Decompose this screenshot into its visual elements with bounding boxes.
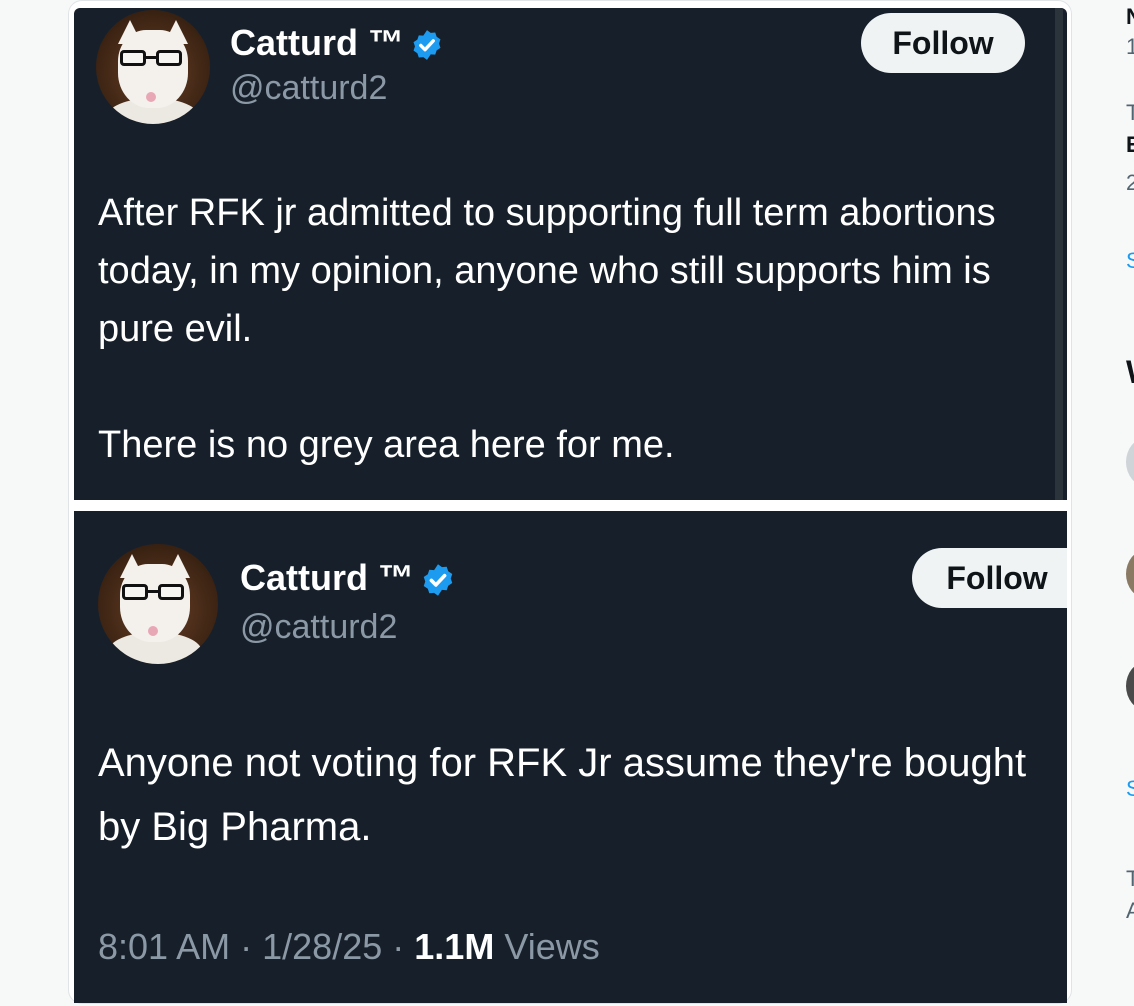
follow-button[interactable]: Follow <box>861 13 1025 73</box>
meta-separator: · <box>392 926 405 967</box>
tweet-date[interactable]: 1/28/25 <box>262 926 382 967</box>
meta-separator: · <box>240 926 253 967</box>
collar-bell <box>148 626 158 636</box>
verified-badge-icon <box>423 564 453 597</box>
sidebar-fragment: T <box>1126 100 1134 125</box>
tweet-text: Anyone not voting for RFK Jr assume they… <box>98 741 1027 849</box>
sidebar-fragment: E <box>1126 132 1134 157</box>
tweet-text: After RFK jr admitted to supporting full… <box>98 192 996 466</box>
username[interactable]: @catturd2 <box>240 607 397 647</box>
avatar[interactable] <box>1126 438 1134 486</box>
sidebar-section-heading: W <box>1126 354 1134 391</box>
tweet-time[interactable]: 8:01 AM <box>98 926 230 967</box>
avatar[interactable] <box>98 544 218 664</box>
views-count: 1.1M <box>414 926 495 967</box>
verified-badge-icon <box>413 30 441 61</box>
glasses-graphic <box>120 50 186 68</box>
sidebar-fragment: A <box>1126 898 1134 923</box>
glasses-graphic <box>122 584 188 602</box>
sidebar-fragment: 2 <box>1126 170 1134 195</box>
display-name[interactable]: Catturd ™ <box>230 22 444 64</box>
sidebar-fragment: N <box>1126 4 1134 29</box>
avatar[interactable] <box>1126 550 1134 598</box>
quoted-tweet-1[interactable]: Catturd ™ @catturd2 Follow After RFK jr … <box>74 8 1067 500</box>
sidebar-show-more-link[interactable]: S <box>1126 776 1134 802</box>
tweet-metadata: 8:01 AM · 1/28/25 · 1.1M Views <box>98 925 600 969</box>
views-label: Views <box>504 926 600 967</box>
display-name-text[interactable]: Catturd ™ <box>240 557 414 598</box>
avatar[interactable] <box>96 10 210 124</box>
quoted-tweet-2[interactable]: Catturd ™ @catturd2 Follow Anyone not vo… <box>74 511 1067 1003</box>
card-edge <box>1055 8 1063 500</box>
sidebar-fragment: 1 <box>1126 34 1134 59</box>
avatar[interactable] <box>1126 662 1134 710</box>
collar-bell <box>146 92 156 102</box>
username[interactable]: @catturd2 <box>230 68 387 108</box>
display-name-text[interactable]: Catturd ™ <box>230 22 404 63</box>
display-name[interactable]: Catturd ™ <box>240 557 456 599</box>
sidebar-fragment: T <box>1126 866 1134 891</box>
follow-button[interactable]: Follow <box>912 548 1067 608</box>
sidebar-show-more-link[interactable]: S <box>1126 248 1134 274</box>
